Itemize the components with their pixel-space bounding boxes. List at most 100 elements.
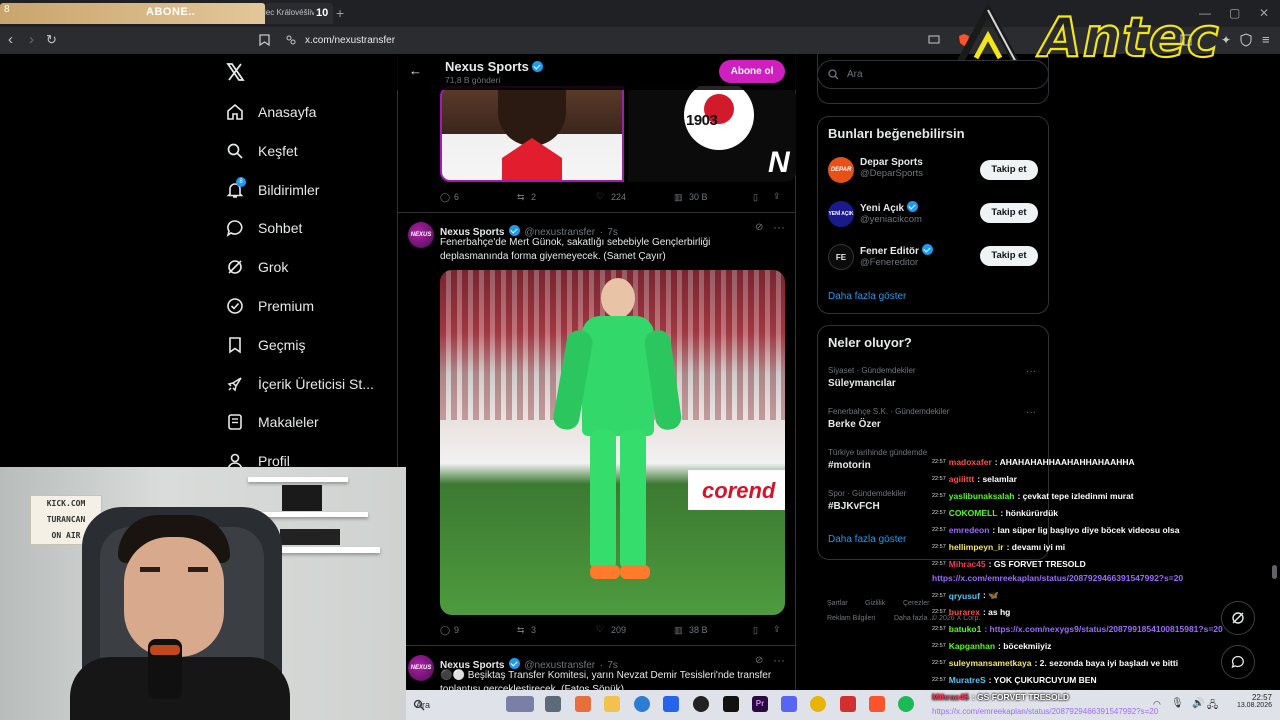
- avatar[interactable]: NEXUS: [408, 655, 434, 681]
- tab-active[interactable]: [0, 3, 265, 24]
- views-icon[interactable]: ▥: [674, 192, 683, 203]
- messages-float-button[interactable]: [1221, 645, 1255, 679]
- volume-icon[interactable]: 🔊: [1192, 698, 1204, 709]
- suggestion-item[interactable]: Fener Editör @Fenereditor: [860, 244, 933, 268]
- trend-more-icon[interactable]: ···: [1026, 407, 1036, 418]
- trend-item[interactable]: Türkiye tarihinde gündemde #motorin: [828, 448, 927, 471]
- footer-terms[interactable]: Şartlar: [827, 600, 848, 607]
- reload-icon[interactable]: ↻: [46, 32, 57, 48]
- bookmark-icon[interactable]: [259, 34, 270, 46]
- rocket-icon: [227, 377, 242, 392]
- suggestion-avatar[interactable]: YENİ AÇIK: [828, 201, 854, 227]
- menu-icon[interactable]: ≡: [1262, 32, 1270, 47]
- nav-bookmarks[interactable]: Geçmiş: [226, 329, 305, 361]
- grok-float-button[interactable]: [1221, 601, 1255, 635]
- footer-cookies[interactable]: Çerezler: [903, 600, 929, 607]
- trend-category: Spor · Gündemdekiler: [828, 489, 907, 498]
- suggestion-avatar[interactable]: FE: [828, 244, 854, 270]
- post-image-goalkeeper[interactable]: corend: [440, 270, 785, 615]
- suggestions-more-link[interactable]: Daha fazla göster: [828, 291, 906, 302]
- post-image-player[interactable]: [440, 86, 624, 182]
- spotify-icon[interactable]: [898, 696, 914, 712]
- repost-icon[interactable]: ⇆: [517, 625, 525, 636]
- x-logo-icon[interactable]: [226, 63, 245, 81]
- brave-icon[interactable]: [869, 696, 885, 712]
- address-bar[interactable]: x.com/nexustransfer: [305, 35, 395, 46]
- scrollbar-thumb[interactable]: [1272, 565, 1277, 579]
- mic-icon[interactable]: 🎙: [1171, 698, 1184, 709]
- bookmark-post-icon[interactable]: ▯: [753, 192, 758, 203]
- nav-chat[interactable]: Sohbet: [226, 212, 302, 244]
- chat-link-fragment[interactable]: https://x.com/emreekaplan/status/2087929…: [932, 707, 1202, 716]
- file-explorer-icon[interactable]: [604, 696, 620, 712]
- trend-item[interactable]: Fenerbahçe S.K. · Gündemdekiler Berke Öz…: [828, 407, 949, 430]
- tab-active-label: ABONE..: [146, 6, 196, 18]
- tab-second-label: lec Královéšliv: [264, 8, 314, 17]
- nav-creator-studio[interactable]: İçerik Üreticisi St...: [226, 368, 374, 400]
- footer-ads[interactable]: Reklam Bilgileri: [827, 615, 875, 622]
- share-icon[interactable]: ⇪: [773, 191, 781, 202]
- suggestion-item[interactable]: Depar Sports @DeparSports: [860, 157, 923, 179]
- verified-icon: [508, 225, 520, 236]
- follow-button[interactable]: Takip et: [980, 246, 1038, 266]
- search-box[interactable]: Ara: [817, 60, 1049, 89]
- nav-home[interactable]: Anasayfa: [226, 96, 316, 128]
- capcut-icon[interactable]: [723, 696, 739, 712]
- more-icon[interactable]: ···: [773, 653, 785, 667]
- close-icon[interactable]: ✕: [1259, 6, 1269, 20]
- grok-post-icon[interactable]: ⊘: [755, 222, 763, 233]
- new-tab-button[interactable]: +: [336, 5, 344, 21]
- nav-explore[interactable]: Keşfet: [226, 135, 298, 167]
- post-image-crest[interactable]: 1903 N: [628, 86, 796, 182]
- reply-icon[interactable]: ◯: [440, 192, 450, 203]
- task-view-icon[interactable]: [545, 696, 561, 712]
- premiere-icon[interactable]: Pr: [752, 696, 768, 712]
- follow-button[interactable]: Takip et: [980, 160, 1038, 180]
- back-icon[interactable]: ‹: [8, 31, 13, 48]
- chat-line: 22:57 madoxafer: AHAHAHAHHAAHAHHAHAAHHA: [932, 457, 1135, 467]
- discord-icon[interactable]: [781, 696, 797, 712]
- chat-link-line[interactable]: https://x.com/emreekaplan/status/2087929…: [932, 573, 1183, 583]
- chat-line: 22:57 agiiittt: selamlar: [932, 474, 1017, 484]
- back-arrow-icon[interactable]: ←: [409, 63, 422, 78]
- trend-more-icon[interactable]: ···: [1026, 366, 1036, 377]
- grok-post-icon[interactable]: ⊘: [755, 655, 763, 666]
- edge-icon[interactable]: [634, 696, 650, 712]
- nav-premium[interactable]: Premium: [226, 290, 314, 322]
- subscribe-button[interactable]: Abone ol: [719, 60, 785, 83]
- avatar[interactable]: NEXUS: [408, 222, 434, 248]
- views-icon[interactable]: ▥: [674, 625, 683, 636]
- grok-float-icon: [1232, 612, 1244, 624]
- nav-grok[interactable]: Grok: [226, 251, 288, 283]
- chrome-icon[interactable]: [810, 696, 826, 712]
- suggestion-avatar[interactable]: DEPAR: [828, 157, 854, 183]
- like-icon[interactable]: ♡: [596, 624, 604, 635]
- store-icon[interactable]: [663, 696, 679, 712]
- obs-icon[interactable]: [693, 696, 709, 712]
- reply-icon[interactable]: ◯: [440, 625, 450, 636]
- nav-articles[interactable]: Makaleler: [226, 406, 319, 438]
- site-settings-icon[interactable]: [286, 35, 296, 45]
- clock[interactable]: 22:57 13.08.2026: [1222, 693, 1272, 709]
- trend-item[interactable]: Siyaset · Gündemdekiler Süleymancılar: [828, 366, 916, 389]
- trend-category: Türkiye tarihinde gündemde: [828, 448, 928, 457]
- app-red-icon[interactable]: [840, 696, 856, 712]
- share-icon[interactable]: ⇪: [773, 624, 781, 635]
- like-icon[interactable]: ♡: [596, 191, 604, 202]
- trend-item[interactable]: Spor · Gündemdekiler #BJKvFCH: [828, 489, 906, 512]
- suggestion-item[interactable]: Yeni Açık @yeniacikcom: [860, 201, 922, 225]
- screen-icon[interactable]: [928, 35, 940, 45]
- footer-privacy[interactable]: Gizlilik: [865, 600, 885, 607]
- more-icon[interactable]: ···: [773, 220, 785, 234]
- footer-more[interactable]: Daha fazla ...: [894, 615, 935, 622]
- bookmark-post-icon[interactable]: ▯: [753, 625, 758, 636]
- trends-more-link[interactable]: Daha fazla göster: [828, 534, 906, 545]
- network-icon[interactable]: 🖧: [1207, 698, 1218, 715]
- follow-button[interactable]: Takip et: [980, 203, 1038, 223]
- forward-icon[interactable]: ›: [29, 31, 34, 48]
- repost-icon[interactable]: ⇆: [517, 192, 525, 203]
- taskbar-widget[interactable]: [506, 696, 534, 712]
- app-icon[interactable]: [575, 696, 591, 712]
- wifi-icon[interactable]: ◠: [1153, 699, 1161, 710]
- tab-second-count: 10: [316, 7, 329, 19]
